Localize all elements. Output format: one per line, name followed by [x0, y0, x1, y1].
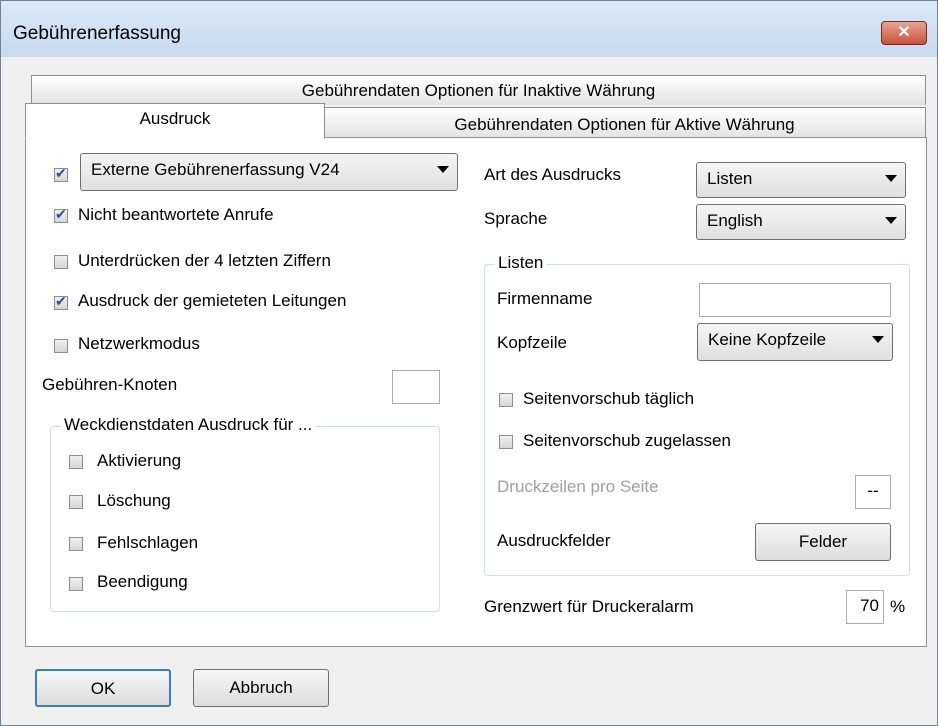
capture-checkbox[interactable]: [54, 165, 68, 182]
printout-panel: Externe Gebührenerfassung V24 Nicht bean…: [25, 137, 927, 647]
print-fields-label: Ausdruckfelder: [497, 531, 611, 550]
page-feed-daily-checkbox[interactable]: [499, 393, 513, 407]
printer-alarm-label: Grenzwert für Druckeralarm: [484, 597, 694, 616]
company-field[interactable]: [699, 283, 891, 317]
chevron-down-icon: [437, 166, 449, 173]
tab-label: Ausdruck: [139, 109, 211, 128]
deletion-label: Löschung: [97, 491, 171, 510]
activation-checkbox[interactable]: [69, 455, 83, 469]
printer-alarm-field[interactable]: 70: [846, 590, 884, 624]
tab-label: Gebührendaten Optionen für Inaktive Währ…: [301, 81, 656, 100]
button-label: OK: [90, 679, 116, 698]
failure-label: Fehlschlagen: [97, 533, 199, 552]
select-value: English: [707, 211, 763, 230]
unanswered-calls-checkbox[interactable]: [54, 206, 68, 223]
lists-group-legend: Listen: [495, 253, 547, 273]
leased-lines-label: Ausdruck der gemieteten Leitungen: [78, 291, 347, 310]
chevron-down-icon: [885, 217, 897, 224]
deletion-checkbox[interactable]: [69, 495, 83, 509]
print-type-label: Art des Ausdrucks: [484, 165, 622, 184]
tab-active-currency[interactable]: Gebührendaten Optionen für Aktive Währun…: [323, 107, 926, 138]
charge-node-label: Gebühren-Knoten: [42, 375, 178, 394]
close-icon: ✕: [897, 24, 911, 41]
title-bar: Gebührenerfassung ✕: [1, 1, 937, 57]
capture-select[interactable]: Externe Gebührenerfassung V24: [80, 153, 458, 191]
select-value: Listen: [707, 169, 753, 188]
lists-group: Listen Firmenname Kopfzeile Keine Kopfze…: [484, 253, 910, 576]
select-value: Keine Kopfzeile: [708, 330, 827, 349]
lines-per-page-label: Druckzeilen pro Seite: [497, 477, 659, 496]
dialog-window: Gebührenerfassung ✕ Gebührendaten Option…: [0, 0, 938, 726]
window-title: Gebührenerfassung: [13, 23, 181, 44]
company-label: Firmenname: [497, 289, 593, 308]
activation-label: Aktivierung: [97, 451, 182, 470]
network-mode-checkbox[interactable]: [54, 339, 68, 353]
failure-checkbox[interactable]: [69, 537, 83, 551]
page-feed-allowed-label: Seitenvorschub zugelassen: [523, 431, 731, 450]
unanswered-calls-label: Nicht beantwortete Anrufe: [78, 205, 274, 224]
page-feed-daily-label: Seitenvorschub täglich: [523, 389, 695, 408]
print-type-select[interactable]: Listen: [696, 162, 906, 198]
button-label: Felder: [798, 532, 848, 551]
wakeup-group: Weckdienstdaten Ausdruck für ... Aktivie…: [50, 415, 440, 612]
tab-printout[interactable]: Ausdruck: [25, 103, 325, 139]
fields-button[interactable]: Felder: [755, 523, 891, 561]
suppress-digits-label: Unterdrücken der 4 letzten Ziffern: [78, 251, 331, 270]
field-value: --: [867, 481, 879, 500]
button-label: Abbruch: [229, 678, 293, 697]
cancel-button[interactable]: Abbruch: [193, 669, 329, 707]
percent-label: %: [890, 597, 906, 616]
leased-lines-checkbox[interactable]: [54, 293, 68, 310]
page-feed-allowed-checkbox[interactable]: [499, 435, 513, 449]
header-label: Kopfzeile: [497, 333, 567, 352]
termination-label: Beendigung: [97, 572, 188, 591]
suppress-digits-checkbox[interactable]: [54, 255, 68, 269]
header-select[interactable]: Keine Kopfzeile: [697, 323, 893, 361]
select-value: Externe Gebührenerfassung V24: [91, 160, 340, 179]
language-select[interactable]: English: [696, 204, 906, 240]
language-label: Sprache: [484, 209, 548, 228]
chevron-down-icon: [872, 336, 884, 343]
ok-button[interactable]: OK: [35, 669, 171, 707]
lines-per-page-field: --: [855, 475, 891, 509]
wakeup-group-legend: Weckdienstdaten Ausdruck für ...: [61, 415, 316, 435]
close-button[interactable]: ✕: [881, 21, 927, 45]
network-mode-label: Netzwerkmodus: [78, 334, 200, 353]
termination-checkbox[interactable]: [69, 577, 83, 591]
charge-node-field[interactable]: [392, 370, 440, 404]
field-value: 70: [860, 596, 879, 615]
tab-inactive-currency[interactable]: Gebührendaten Optionen für Inaktive Währ…: [31, 75, 926, 105]
chevron-down-icon: [885, 175, 897, 182]
tab-label: Gebührendaten Optionen für Aktive Währun…: [454, 115, 795, 134]
